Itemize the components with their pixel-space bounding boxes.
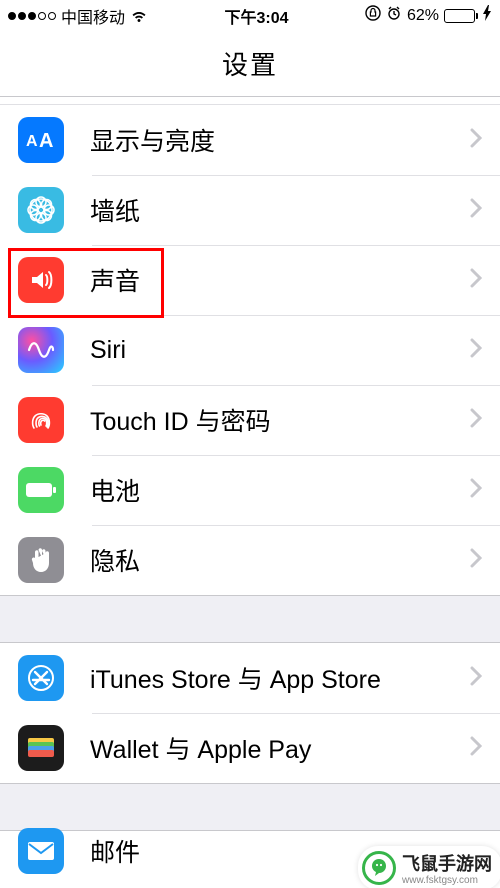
watermark-text: 飞鼠手游网 (402, 854, 492, 874)
chevron-right-icon (470, 666, 482, 691)
watermark: 飞鼠手游网 www.fsktgsy.com (358, 846, 500, 888)
row-label: 隐私 (90, 542, 470, 578)
alarm-icon (386, 5, 402, 26)
group-separator (0, 595, 500, 643)
row-label: Touch ID 与密码 (90, 402, 470, 438)
settings-group-store: iTunes Store 与 App Store Wallet 与 Apple … (0, 643, 500, 783)
row-label: iTunes Store 与 App Store (90, 660, 470, 696)
row-label: 墙纸 (90, 192, 470, 228)
row-privacy[interactable]: 隐私 (0, 525, 500, 595)
chevron-right-icon (470, 268, 482, 293)
charging-icon (483, 5, 492, 26)
appstore-icon (18, 655, 64, 701)
chevron-right-icon (470, 408, 482, 433)
carrier-label: 中国移动 (61, 4, 125, 28)
chevron-right-icon (470, 478, 482, 503)
chevron-right-icon (470, 548, 482, 573)
svg-text:A: A (26, 133, 38, 150)
status-right: 62% (365, 5, 492, 26)
battery-percent: 62% (407, 7, 439, 25)
watermark-sub: www.fsktgsy.com (402, 876, 492, 886)
watermark-logo-icon (362, 851, 396, 885)
chevron-right-icon (470, 128, 482, 153)
status-time: 下午3:04 (224, 4, 288, 28)
page-title: 设置 (0, 31, 500, 96)
row-label: Siri (90, 336, 470, 365)
group-separator (0, 783, 500, 831)
siri-icon (18, 327, 64, 373)
hand-privacy-icon (18, 537, 64, 583)
settings-group-general: AA 显示与亮度 墙纸 声音 Siri Touch ID 与密码 (0, 105, 500, 595)
battery-icon (444, 9, 478, 23)
sound-icon (18, 257, 64, 303)
row-siri[interactable]: Siri (0, 315, 500, 385)
signal-strength-icon (8, 12, 56, 20)
row-battery[interactable]: 电池 (0, 455, 500, 525)
row-wallet-applepay[interactable]: Wallet 与 Apple Pay (0, 713, 500, 783)
row-partial-above (0, 97, 500, 105)
row-sound[interactable]: 声音 (0, 245, 500, 315)
wifi-icon (130, 9, 148, 23)
row-itunes-appstore[interactable]: iTunes Store 与 App Store (0, 643, 500, 713)
row-label: Wallet 与 Apple Pay (90, 730, 470, 766)
row-label: 电池 (90, 472, 470, 508)
status-bar: 中国移动 下午3:04 62% (0, 0, 500, 31)
row-wallpaper[interactable]: 墙纸 (0, 175, 500, 245)
chevron-right-icon (470, 736, 482, 761)
row-display-brightness[interactable]: AA 显示与亮度 (0, 105, 500, 175)
wallpaper-icon (18, 187, 64, 233)
svg-text:A: A (39, 130, 53, 151)
display-icon: AA (18, 117, 64, 163)
row-label: 显示与亮度 (90, 122, 470, 158)
wallet-icon (18, 725, 64, 771)
fingerprint-icon (18, 397, 64, 443)
chevron-right-icon (470, 198, 482, 223)
row-label: 声音 (90, 262, 470, 298)
row-touch-id[interactable]: Touch ID 与密码 (0, 385, 500, 455)
mail-icon (18, 828, 64, 874)
chevron-right-icon (470, 338, 482, 363)
battery-settings-icon (18, 467, 64, 513)
orientation-lock-icon (365, 5, 381, 26)
status-left: 中国移动 (8, 4, 148, 28)
